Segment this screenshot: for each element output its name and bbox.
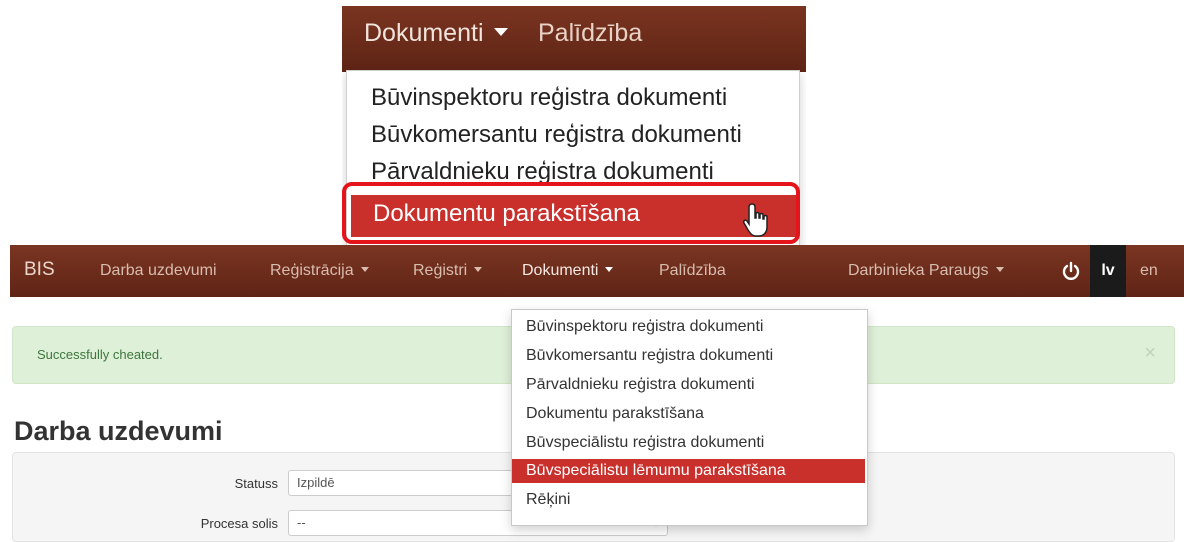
caret-down-icon	[995, 267, 1004, 273]
status-label: Statuss	[234, 476, 278, 491]
caret-down-icon	[360, 267, 369, 273]
alert-message: Successfully cheated.	[37, 347, 163, 362]
lang-lv-button[interactable]: lv	[1090, 245, 1126, 297]
caret-down-icon	[605, 267, 614, 273]
caret-down-icon	[493, 28, 508, 37]
menu-item-buvspecialistu-lemumu-active[interactable]: Būvspeciālistu lēmumu parakstīšana	[512, 459, 865, 483]
menu-item-parvaldnieku[interactable]: Pārvaldnieku reģistra dokumenti	[512, 373, 865, 397]
lang-en-button[interactable]: en	[1140, 262, 1158, 280]
menu-item-dokumentu-parakstisana[interactable]: Dokumentu parakstīšana	[512, 402, 865, 426]
menu-item-rekini[interactable]: Rēķini	[512, 488, 865, 512]
nav-palidziba[interactable]: Palīdzība	[659, 262, 726, 280]
main-navbar: BIS Darba uzdevumi Reģistrācija Reģistri…	[10, 245, 1184, 297]
highlight-box	[342, 182, 800, 244]
page-title: Darba uzdevumi	[14, 416, 223, 446]
zoom-nav-dokumenti[interactable]: Dokumenti	[364, 19, 508, 48]
process-step-label: Procesa solis	[200, 516, 278, 531]
close-icon[interactable]: ×	[1144, 342, 1156, 365]
nav-user-menu[interactable]: Darbinieka Paraugs	[848, 262, 1004, 280]
zoom-navbar: Dokumenti Palīdzība	[342, 6, 806, 72]
zoom-menu-item[interactable]: Būvinspektoru reģistra dokumenti	[371, 84, 727, 112]
status-input[interactable]: Izpildē	[288, 470, 518, 496]
caret-down-icon	[474, 267, 483, 273]
power-icon[interactable]	[1060, 260, 1082, 282]
nav-darba-uzdevumi[interactable]: Darba uzdevumi	[100, 262, 217, 280]
dokumenti-dropdown-menu: Būvinspektoru reģistra dokumenti Būvkome…	[511, 309, 868, 526]
hand-pointer-icon	[742, 202, 772, 247]
nav-registracija[interactable]: Reģistrācija	[270, 262, 369, 280]
zoom-nav-palidziba[interactable]: Palīdzība	[538, 19, 642, 48]
nav-dokumenti[interactable]: Dokumenti	[522, 262, 614, 280]
brand-logo[interactable]: BIS	[24, 259, 55, 281]
menu-item-buvinspektoru[interactable]: Būvinspektoru reģistra dokumenti	[512, 315, 865, 339]
zoom-menu-item[interactable]: Būvkomersantu reģistra dokumenti	[371, 121, 742, 149]
menu-item-buvspecialistu-registra[interactable]: Būvspeciālistu reģistra dokumenti	[512, 431, 865, 455]
zoomed-inset: Dokumenti Palīdzība Būvinspektoru reģist…	[342, 6, 806, 248]
nav-registri[interactable]: Reģistri	[413, 262, 483, 280]
menu-item-buvkomersantu[interactable]: Būvkomersantu reģistra dokumenti	[512, 344, 865, 368]
